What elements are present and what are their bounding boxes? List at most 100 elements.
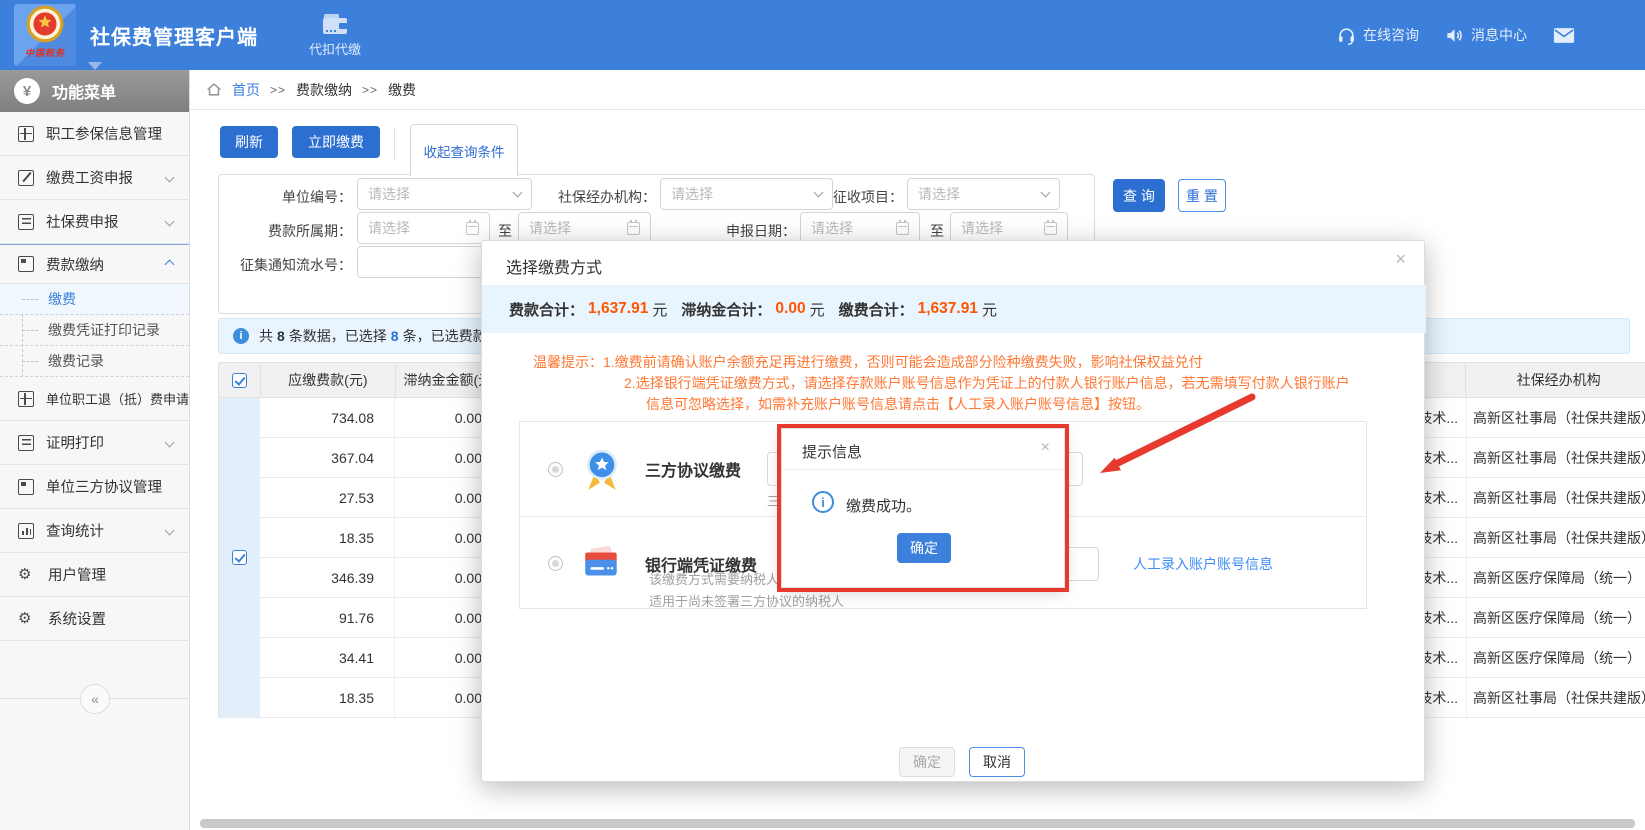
chevron-up-icon [165,259,175,269]
sidebar-item-query-statistics[interactable]: 查询统计 [0,509,189,553]
calendar-icon [896,222,909,235]
triparty-radio[interactable] [548,462,563,477]
chevron-down-icon [165,438,175,448]
late-total-label: 滞纳金合计： [681,299,771,320]
gear-icon [18,611,36,626]
select-all-header-cell [219,363,261,397]
notice-no-label: 征集通知流水号： [230,255,352,275]
total-count: 8 [277,328,285,344]
sidebar-subitem-pay[interactable]: 缴费 [0,284,189,315]
late-total-value: 0.00 [775,300,805,318]
pay-now-button[interactable]: 立即缴费 [292,126,380,158]
declare-date-label: 申报日期： [718,221,796,241]
manual-account-entry-link[interactable]: 人工录入账户账号信息 [1133,554,1273,574]
online-consult-label: 在线咨询 [1363,25,1419,45]
to-label: 至 [498,221,512,241]
sidebar-item-refund-application[interactable]: 单位职工退（抵）费申请管理 [0,377,189,421]
bookmark-icon [18,256,34,272]
tax-emblem-logo: 中国税务 [14,4,76,66]
unit-no-select[interactable]: 请选择 [357,178,532,210]
headset-icon [1337,26,1356,45]
sidebar-item-system-settings[interactable]: 系统设置 [0,597,189,641]
agency-header: 社保经办机构 [1466,363,1645,397]
breadcrumb-separator: >> [362,83,378,97]
period-label: 费款所属期： [230,221,352,241]
nav-tab-withholding[interactable]: 代扣代缴 [300,6,370,64]
selected-count: 8 [391,328,399,344]
fee-payment-submenu: 缴费 缴费凭证打印记录 缴费记录 [0,284,189,377]
sidebar-item-wage-declaration[interactable]: 缴费工资申报 [0,156,189,200]
pay-total-value: 1,637.91 [918,300,978,318]
national-emblem-icon [24,4,66,46]
chart-icon [18,523,34,539]
tips-line-2: 2.选择银行端凭证缴费方式，请选择存款账户账号信息作为凭证上的付款人银行账户信息… [624,373,1350,393]
chevron-down-icon [1041,188,1051,198]
refresh-button[interactable]: 刷新 [220,126,278,158]
nav-tab-label: 代扣代缴 [309,39,361,58]
header-pointer-decoration [88,62,102,70]
chevron-down-icon [165,217,175,227]
modal-title: 选择缴费方式 [506,254,602,278]
calendar-icon [627,222,640,235]
clipboard-icon [18,214,34,230]
sidebar-item-certificate-print[interactable]: 证明打印 [0,421,189,465]
message-center-label: 消息中心 [1471,25,1527,45]
bank-voucher-radio[interactable] [548,556,563,571]
horizontal-scrollbar-thumb[interactable] [200,819,1635,828]
agency-select[interactable]: 请选择 [660,178,833,210]
close-icon[interactable]: × [1041,439,1050,457]
unit-no-label: 单位编号： [230,187,352,207]
bookmark-icon [18,479,34,495]
calendar-icon [1044,222,1057,235]
sidebar: ¥ 功能菜单 职工参保信息管理 缴费工资申报 社保费申报 费款缴纳 缴费 缴费凭… [0,70,190,830]
sidebar-item-fee-payment[interactable]: 费款缴纳 [0,244,189,284]
online-consult-button[interactable]: 在线咨询 [1337,25,1419,45]
reset-button[interactable]: 重 置 [1178,179,1226,212]
tips-line-1: 温馨提示：1.缴费前请确认账户余额充足再进行缴费，否则可能会造成部分险种缴费失败… [533,352,1203,372]
to-label: 至 [930,221,944,241]
sidebar-item-employee-insurance-info[interactable]: 职工参保信息管理 [0,112,189,156]
summary-text: 共8条数据，已选择8条，已选费款 [259,326,487,346]
totals-bar: 费款合计： 1,637.91 元 滞纳金合计： 0.00 元 缴费合计： 1,6… [482,285,1426,333]
medal-icon [581,446,623,492]
modal-ok-button[interactable]: 确定 [899,747,955,777]
modal-cancel-button[interactable]: 取消 [969,747,1025,777]
grid-icon [18,126,34,142]
breadcrumb-home[interactable]: 首页 [232,80,260,100]
group-checkbox-cell [218,398,260,718]
close-icon[interactable]: × [1395,249,1406,270]
sidebar-subitem-payment-records[interactable]: 缴费记录 [0,346,189,377]
mail-icon [1553,27,1575,44]
toggle-query-tab[interactable]: 收起查询条件 [410,124,518,176]
sidebar-collapse-button[interactable]: « [80,684,110,714]
triparty-method-label: 三方协议缴费 [645,457,741,481]
message-center-button[interactable]: 消息中心 [1445,25,1527,45]
sidebar-subitem-voucher-print-records[interactable]: 缴费凭证打印记录 [0,315,189,346]
alert-ok-button[interactable]: 确定 [897,533,951,563]
fee-total-value: 1,637.91 [588,300,648,318]
mail-button[interactable] [1553,27,1575,44]
sidebar-item-triparty-agreement[interactable]: 单位三方协议管理 [0,465,189,509]
project-select[interactable]: 请选择 [907,178,1060,210]
sidebar-title: 功能菜单 [52,79,116,103]
period-start-date[interactable]: 请选择 [357,212,490,244]
select-all-checkbox[interactable] [232,373,247,388]
chevron-down-icon [513,188,523,198]
due-amount-header: 应缴费款(元) [261,363,396,397]
info-circle-icon [812,491,834,513]
wallet-icon [322,13,348,35]
chevron-down-icon [165,526,175,536]
project-label: 征收项目： [830,187,903,207]
grid-icon [18,391,34,407]
logo-caption: 中国税务 [25,46,65,59]
home-icon [206,82,222,97]
app-title: 社保费管理客户端 [90,21,258,50]
speaker-icon [1445,26,1464,45]
group-row-checkbox[interactable] [232,550,247,565]
sidebar-item-user-management[interactable]: 用户管理 [0,553,189,597]
breadcrumb: 首页 >> 费款缴纳 >> 缴费 [190,70,1645,110]
sidebar-item-social-fee-declaration[interactable]: 社保费申报 [0,200,189,244]
alert-message: 缴费成功。 [846,495,921,516]
query-button[interactable]: 查 询 [1113,179,1165,212]
alert-dialog: 提示信息 × 缴费成功。 确定 [781,428,1065,588]
